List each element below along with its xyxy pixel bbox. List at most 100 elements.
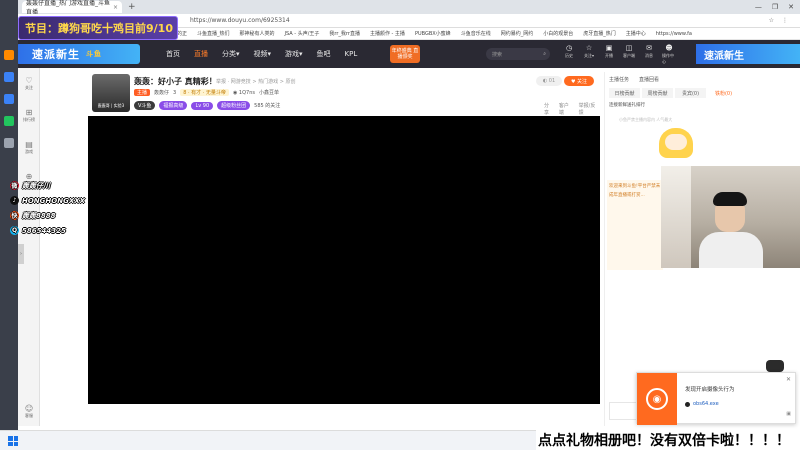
- bookmark-item[interactable]: PUBGBX小蜜蜂: [415, 30, 451, 37]
- browser-tab[interactable]: 轰轰仔直播_热门游戏直播_斗鱼直播 ×: [22, 0, 122, 16]
- notification-app-name: obs64.exe: [693, 401, 719, 407]
- avatar[interactable]: 轰轰哥 | 实验3: [92, 74, 130, 112]
- sidebar-collapse-button[interactable]: ›: [18, 244, 24, 264]
- maximize-button[interactable]: ❐: [772, 3, 778, 11]
- anchor-task-button[interactable]: 主播任务: [609, 76, 629, 83]
- noble-pill[interactable]: 福报高级: [159, 101, 188, 110]
- client-button[interactable]: ◫ 客户端: [622, 44, 636, 65]
- nav-category[interactable]: 分类▾: [222, 49, 240, 59]
- vip-pill[interactable]: V斗鱼: [134, 101, 156, 110]
- follow-count: ◐ 01: [536, 76, 562, 86]
- promo-badge[interactable]: 年终盛典 直播颁奖: [390, 45, 420, 63]
- tab-fans[interactable]: 铁粉(0): [708, 88, 739, 98]
- brand-banner[interactable]: 速派新生 斗鱼: [16, 44, 140, 64]
- desktop-app-icon[interactable]: [4, 138, 14, 148]
- close-icon[interactable]: ×: [113, 4, 118, 11]
- qq-icon: Q: [10, 226, 19, 235]
- bookmark-item[interactable]: 斗鱼直播_热们: [197, 30, 230, 37]
- rank-tabs: 日榜贡献 周榜贡献 贵宾(0) 铁粉(0): [609, 88, 739, 98]
- search-placeholder: 搜索: [492, 51, 503, 58]
- nav-live[interactable]: 直播: [194, 49, 208, 59]
- bookmark-item[interactable]: 我rr_我rr直播: [329, 30, 360, 37]
- bookmark-item[interactable]: 斗鱼音乐在线: [461, 30, 491, 37]
- menu-icon[interactable]: ⋮: [782, 17, 788, 24]
- chat-system-message: 欢迎来到斗鱼!平台严禁未成年直播或打赏...: [607, 180, 663, 270]
- social-overlay-row: 微 轰轰仔川: [10, 180, 100, 191]
- anchor-name[interactable]: 轰轰仔: [154, 89, 169, 96]
- follow-label: 关注▾: [583, 53, 594, 58]
- share-button[interactable]: 分享: [544, 102, 554, 116]
- sidebar-item-game[interactable]: ▤ 游戏: [18, 140, 40, 155]
- webcam-window-bg: [661, 166, 691, 268]
- top-icons: ◷ 历史 ☆ 关注▾ ▣ 开播 ◫ 客户端 ✉ 消息 ☻ 操作中心: [562, 44, 676, 65]
- social-handle: 轰轰8888: [22, 211, 56, 220]
- bookmark-item[interactable]: 网约暴约_网约: [501, 30, 534, 37]
- notification-title: 发现开启摄像头行为: [685, 387, 735, 393]
- bookmark-item[interactable]: https://www.fa: [656, 31, 692, 37]
- camera-icon: ◉: [646, 388, 668, 410]
- close-icon[interactable]: ✕: [786, 376, 791, 383]
- sidebar-item-rank[interactable]: ⊞ 排行榜: [18, 108, 40, 123]
- desktop-app-icon[interactable]: [4, 72, 14, 82]
- bookmark-item[interactable]: 那神秘有人类的: [240, 30, 275, 37]
- url-field[interactable]: https://www.douyu.com/6925314: [190, 17, 290, 24]
- fan-club-pill[interactable]: 超级粉丝团: [217, 101, 251, 110]
- sidebar-item-service[interactable]: ☺ 客服: [18, 404, 40, 419]
- right-banner[interactable]: 速派新生: [696, 44, 800, 64]
- site-navbar: 速派新生 斗鱼 首页 直播 分类▾ 视频▾ 游戏▾ 鱼吧 KPL 年终盛典 直播…: [0, 40, 800, 68]
- new-tab-button[interactable]: +: [128, 2, 136, 12]
- broadcast-label: 开播: [605, 53, 613, 58]
- nav-game[interactable]: 游戏▾: [285, 49, 303, 59]
- webcam-person-body: [699, 232, 763, 268]
- message-button[interactable]: ✉ 消息: [642, 44, 656, 65]
- client-download-button[interactable]: 客户端: [559, 102, 574, 116]
- bookmark-star-icon[interactable]: ☆: [769, 17, 774, 24]
- room-header: 轰轰哥 | 实验3 轰轰：好小子 真精彩！ 举报 · 网游竞技 > 热门游戏 >…: [88, 72, 600, 116]
- follow-menu-button[interactable]: ☆ 关注▾: [582, 44, 596, 65]
- bookmark-item[interactable]: 小白的观景台: [543, 30, 573, 37]
- broadcast-button[interactable]: ▣ 开播: [602, 44, 616, 65]
- desktop-app-icon[interactable]: [4, 116, 14, 126]
- notification-icon-box: ◉: [637, 373, 677, 425]
- webcam-person-hair: [713, 192, 747, 206]
- expand-icon[interactable]: ▣: [786, 411, 791, 417]
- sidebar-item-follow[interactable]: ♡ 关注: [18, 76, 40, 91]
- kuaishou-icon: 快: [10, 211, 19, 220]
- title-badge: 8 · 有才 · 无量斗帝: [180, 89, 229, 96]
- history-button[interactable]: ◷ 历史: [562, 44, 576, 65]
- close-window-button[interactable]: ✕: [788, 3, 794, 11]
- user-center-button[interactable]: ☻ 操作中心: [662, 44, 676, 65]
- message-label: 消息: [645, 53, 653, 58]
- nav-fishbar[interactable]: 鱼吧: [317, 49, 331, 59]
- fish-bean: 小鑫豆单: [258, 90, 279, 96]
- below-video-bar: [88, 404, 600, 426]
- bookmark-item[interactable]: JSA - 头声/王子: [285, 30, 320, 37]
- windows-start-icon[interactable]: [8, 436, 18, 446]
- search-input[interactable]: 搜索 ⌕: [486, 48, 550, 60]
- follower-count: 585 的关注: [254, 103, 281, 109]
- nav-home[interactable]: 首页: [166, 49, 180, 59]
- broadcast-icon: ▣: [605, 44, 613, 52]
- minimize-button[interactable]: —: [755, 3, 762, 11]
- follow-button[interactable]: ♥ 关注: [564, 76, 594, 86]
- bookmark-item[interactable]: 主播中心: [626, 30, 646, 37]
- search-icon[interactable]: ⌕: [543, 51, 546, 57]
- nav-kpl[interactable]: KPL: [345, 50, 358, 58]
- tab-daily-rank[interactable]: 日榜贡献: [609, 88, 640, 98]
- main-nav: 首页 直播 分类▾ 视频▾ 游戏▾ 鱼吧 KPL: [166, 40, 357, 68]
- social-handle: HONGHONGXXX: [22, 196, 86, 205]
- bookmark-item[interactable]: 虎牙直播_热门: [583, 30, 616, 37]
- video-player[interactable]: [88, 116, 600, 404]
- desktop-app-icon[interactable]: [4, 94, 14, 104]
- left-sidebar: ♡ 关注 ⊞ 排行榜 ▤ 游戏 ⊕ 分类 › ☺ 客服: [18, 68, 40, 426]
- tab-weekly-rank[interactable]: 周榜贡献: [642, 88, 673, 98]
- screen: 轰轰仔直播_热门游戏直播_斗鱼直播 × + — ❐ ✕ https://www.…: [0, 0, 800, 450]
- replay-button[interactable]: 直播回看: [639, 76, 659, 83]
- camera-notification[interactable]: ◉ 发现开启摄像头行为 obs64.exe ✕ ▣: [636, 372, 796, 425]
- nav-video[interactable]: 视频▾: [254, 49, 272, 59]
- room-meta[interactable]: 举报 · 网游竞技 > 热门游戏 > 原创: [216, 78, 296, 85]
- desktop-app-icon[interactable]: [4, 50, 14, 60]
- bookmark-item[interactable]: 主播颜作 - 主播: [370, 30, 405, 37]
- tab-vip[interactable]: 贵宾(0): [675, 88, 706, 98]
- report-button[interactable]: 举报/反馈: [579, 102, 600, 116]
